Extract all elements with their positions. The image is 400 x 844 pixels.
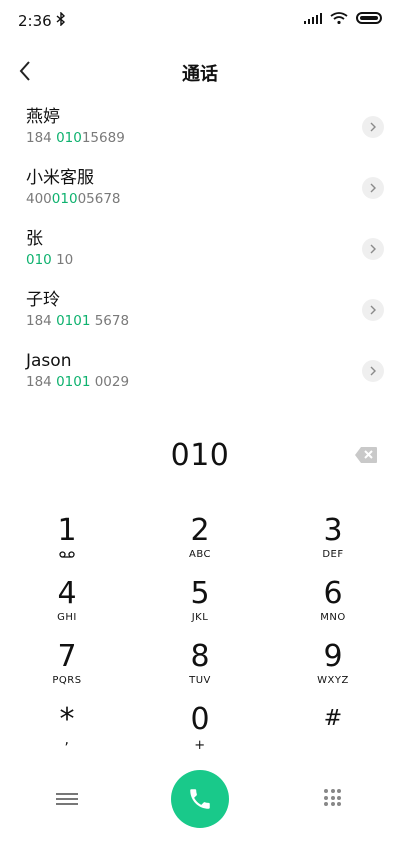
key-letters: WXYZ <box>317 675 349 686</box>
contact-number: 010 10 <box>26 252 74 268</box>
call-button[interactable] <box>171 770 229 828</box>
chevron-right-icon <box>370 122 376 132</box>
key-6[interactable]: 6 MNO <box>273 578 393 640</box>
contact-detail-button[interactable] <box>362 299 384 321</box>
contact-detail-button[interactable] <box>362 360 384 382</box>
key-letters: JKL <box>191 612 209 623</box>
key-digit: 9 <box>323 639 343 674</box>
key-letters: DEF <box>322 549 344 560</box>
dial-input-area: 010 <box>0 432 400 482</box>
wifi-icon <box>330 12 348 24</box>
key-4[interactable]: 4 GHI <box>7 578 127 640</box>
key-1[interactable]: 1 <box>7 515 127 577</box>
chevron-right-icon <box>370 244 376 254</box>
key-letters: , <box>64 732 70 748</box>
status-bar: 2:36 <box>0 0 400 42</box>
contact-name: 燕婷 <box>26 107 60 127</box>
key-letters: TUV <box>189 675 211 686</box>
key-5[interactable]: 5 JKL <box>140 578 260 640</box>
key-digit: 7 <box>57 639 77 674</box>
key-2[interactable]: 2 ABC <box>140 515 260 577</box>
contact-list[interactable]: 燕婷 184 01015689 小米客服 40001005678 张 010 1… <box>0 96 400 422</box>
battery-icon <box>356 12 382 24</box>
key-letters: + <box>194 738 206 753</box>
contact-number: 184 0101 0029 <box>26 374 130 390</box>
key-letters: MNO <box>320 612 346 623</box>
key-digit: 4 <box>57 576 77 611</box>
backspace-icon[interactable] <box>354 446 378 464</box>
contact-name: 小米客服 <box>26 168 94 188</box>
key-digit: 8 <box>190 639 210 674</box>
key-digit: 6 <box>323 576 343 611</box>
contact-name: 子玲 <box>26 290 60 310</box>
key-digit: 5 <box>190 576 210 611</box>
key-3[interactable]: 3 DEF <box>273 515 393 577</box>
contact-detail-button[interactable] <box>362 238 384 260</box>
key-hash[interactable]: # <box>273 704 393 766</box>
contact-detail-button[interactable] <box>362 177 384 199</box>
chevron-right-icon <box>370 305 376 315</box>
bluetooth-icon <box>56 11 66 30</box>
key-letters: ABC <box>188 549 211 560</box>
dial-number-input[interactable]: 010 <box>0 438 400 473</box>
bottom-bar <box>0 770 400 830</box>
header: 通话 <box>0 50 400 92</box>
page-title: 通话 <box>182 64 218 85</box>
list-item[interactable]: 燕婷 184 01015689 <box>0 96 400 157</box>
key-0[interactable]: 0 + <box>140 704 260 766</box>
status-time: 2:36 <box>18 12 52 30</box>
voicemail-icon <box>59 551 75 558</box>
key-digit: 1 <box>57 513 77 548</box>
contact-name: 张 <box>26 229 43 249</box>
phone-icon <box>190 789 210 809</box>
key-7[interactable]: 7 PQRS <box>7 641 127 703</box>
key-digit: 3 <box>323 513 343 548</box>
key-digit: 0 <box>190 702 210 737</box>
key-star[interactable]: * , <box>7 704 127 766</box>
menu-icon <box>54 793 80 805</box>
list-item[interactable]: 子玲 184 0101 5678 <box>0 279 400 340</box>
contact-name: Jason <box>26 351 72 371</box>
list-item[interactable]: Jason 184 0101 0029 <box>0 340 400 401</box>
dialpad-toggle-button[interactable] <box>324 789 342 807</box>
list-clip <box>0 410 400 424</box>
contact-detail-button[interactable] <box>362 116 384 138</box>
contact-number: 40001005678 <box>26 191 121 207</box>
chevron-right-icon <box>370 366 376 376</box>
key-letters: GHI <box>57 612 77 623</box>
key-9[interactable]: 9 WXYZ <box>273 641 393 703</box>
signal-icon <box>304 12 322 24</box>
list-item[interactable]: 小米客服 40001005678 <box>0 157 400 218</box>
key-digit: # <box>323 706 343 731</box>
key-8[interactable]: 8 TUV <box>140 641 260 703</box>
chevron-right-icon <box>370 183 376 193</box>
menu-button[interactable] <box>54 790 80 810</box>
list-item[interactable]: 张 010 10 <box>0 218 400 279</box>
key-digit: 2 <box>190 513 210 548</box>
contact-number: 184 0101 5678 <box>26 313 130 329</box>
key-letters: PQRS <box>52 675 82 686</box>
contact-number: 184 01015689 <box>26 130 125 146</box>
